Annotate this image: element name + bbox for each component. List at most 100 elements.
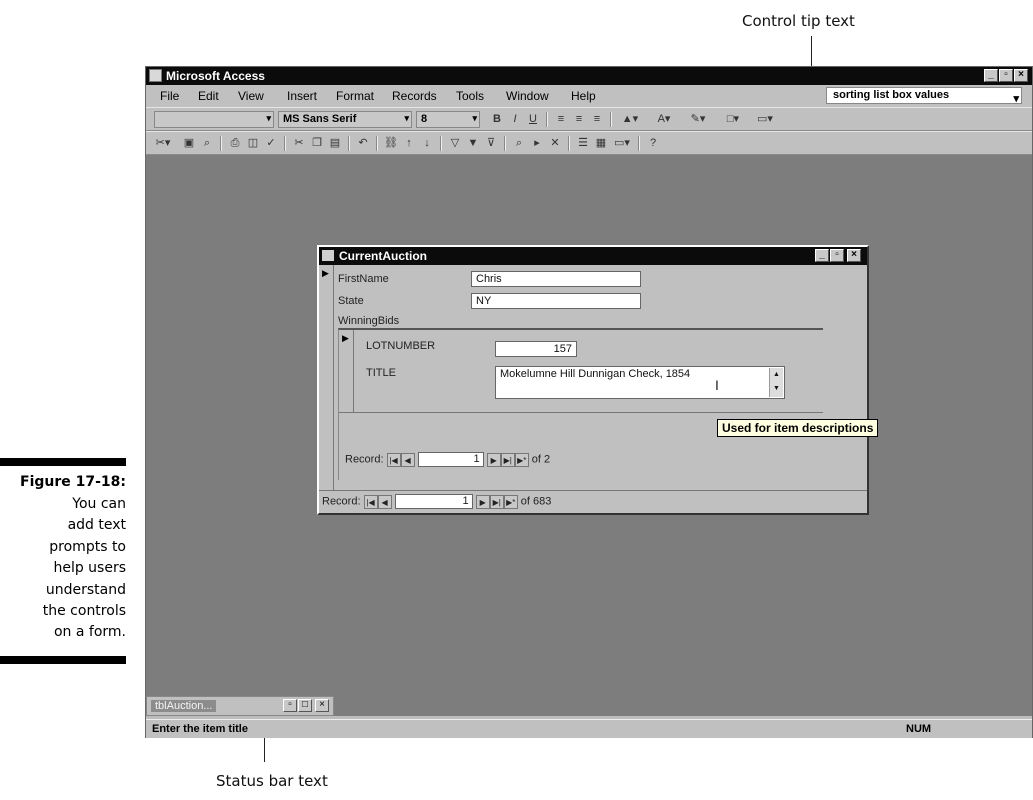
current-record-arrow-icon: ▶ [342, 333, 349, 343]
underline-icon[interactable]: U [526, 112, 540, 126]
record-selector[interactable]: ▶ [319, 265, 334, 490]
spelling-icon[interactable]: ✓ [264, 136, 278, 150]
state-label: State [338, 295, 364, 307]
copy-icon[interactable]: ❐ [310, 136, 324, 150]
last-record-button[interactable]: ▶| [489, 494, 504, 509]
title-label: TITLE [366, 367, 396, 379]
callout-control-tip: Control tip text [742, 12, 855, 30]
next-record-button[interactable]: ▶ [486, 452, 501, 467]
text-cursor-icon: I [715, 377, 719, 393]
search-icon[interactable]: ⌕ [200, 136, 214, 150]
fill-color-icon[interactable]: ▲▾ [618, 112, 642, 126]
new-object-icon[interactable]: ▭▾ [612, 136, 632, 150]
subform-record-selector[interactable]: ▶ [339, 330, 354, 413]
subform-label: WinningBids [338, 315, 400, 327]
form-title: CurrentAuction [339, 249, 427, 263]
sort-ascending-icon[interactable]: ↑ [402, 136, 416, 150]
delete-record-icon[interactable]: ✕ [548, 136, 562, 150]
menu-insert[interactable]: Insert [287, 89, 317, 103]
line-color-icon[interactable]: ✎▾ [686, 112, 710, 126]
save-icon[interactable]: ▣ [182, 136, 196, 150]
database-window-icon[interactable]: ▦ [594, 136, 608, 150]
subform-divider [353, 412, 823, 413]
ask-a-question-text: sorting list box values [833, 89, 950, 101]
state-field[interactable]: NY [471, 293, 641, 309]
properties-icon[interactable]: ☰ [576, 136, 590, 150]
form-close-button[interactable]: × [847, 249, 861, 262]
cut-icon[interactable]: ✂ [292, 136, 306, 150]
close-button[interactable]: × [1014, 69, 1028, 82]
minimized-close-button[interactable]: × [315, 699, 329, 712]
form-navigation: Record: |◀ ◀ 1 ▶ ▶| ▶* of 683 [322, 494, 551, 509]
ask-a-question-box[interactable]: sorting list box values ▾ [826, 87, 1022, 105]
formatting-toolbar: ▾ MS Sans Serif ▾ 8 ▾ B I U ≡ ≡ ≡ ▲▾ A▾ ✎▾… [146, 107, 1032, 131]
menu-records[interactable]: Records [392, 89, 437, 103]
font-color-icon[interactable]: A▾ [652, 112, 676, 126]
sort-descending-icon[interactable]: ↓ [420, 136, 434, 150]
special-effect-icon[interactable]: ▭▾ [752, 112, 778, 126]
object-combo[interactable]: ▾ [154, 111, 274, 128]
minimized-maximize-button[interactable]: □ [298, 699, 312, 712]
restore-button[interactable]: ▫ [999, 69, 1013, 82]
menu-format[interactable]: Format [336, 89, 374, 103]
title-field-scrollbar[interactable]: ▲ ▼ [769, 368, 783, 397]
bold-icon[interactable]: B [490, 112, 504, 126]
new-record-button[interactable]: ▶* [514, 452, 529, 467]
find-icon[interactable]: ⌕ [512, 136, 526, 150]
align-left-icon[interactable]: ≡ [554, 112, 568, 126]
menu-view[interactable]: View [238, 89, 264, 103]
border-width-icon[interactable]: □▾ [720, 112, 746, 126]
control-tip-tooltip: Used for item descriptions [717, 419, 879, 437]
access-window: Microsoft Access _ ▫ × File Edit View In… [145, 66, 1033, 738]
apply-filter-icon[interactable]: ⊽ [484, 136, 498, 150]
font-size-value: 8 [421, 113, 428, 125]
new-record-icon[interactable]: ▸ [530, 136, 544, 150]
help-icon[interactable]: ? [646, 136, 660, 150]
subform-record-count: of 2 [531, 453, 551, 466]
subform-current-record[interactable]: 1 [417, 452, 484, 467]
minimized-restore-button[interactable]: ▫ [283, 699, 297, 712]
form-minimize-button[interactable]: _ [815, 249, 829, 262]
print-preview-icon[interactable]: ◫ [246, 136, 260, 150]
form-maximize-button[interactable]: ▫ [830, 249, 844, 262]
font-size-combo[interactable]: 8 ▾ [416, 111, 480, 128]
chevron-down-icon: ▾ [472, 113, 477, 123]
minimize-button[interactable]: _ [984, 69, 998, 82]
paste-icon[interactable]: ▤ [328, 136, 342, 150]
view-icon[interactable]: ✂▾ [152, 136, 174, 150]
dropdown-arrow-icon[interactable]: ▾ [1013, 92, 1019, 105]
filter-by-form-icon[interactable]: ▼ [466, 136, 480, 150]
toolbar-separator [220, 136, 222, 151]
italic-icon[interactable]: I [508, 112, 522, 126]
filter-by-selection-icon[interactable]: ▽ [448, 136, 462, 150]
font-name-combo[interactable]: MS Sans Serif ▾ [278, 111, 412, 128]
title-field[interactable]: Mokelumne Hill Dunnigan Check, 1854 ▲ ▼ [495, 366, 785, 399]
menu-window[interactable]: Window [506, 89, 549, 103]
previous-record-button[interactable]: ◀ [400, 452, 415, 467]
menu-tools[interactable]: Tools [456, 89, 484, 103]
lotnumber-label: LOTNUMBER [366, 340, 436, 352]
current-record-arrow-icon: ▶ [322, 268, 329, 278]
firstname-field[interactable]: Chris [471, 271, 641, 287]
last-record-button[interactable]: ▶| [500, 452, 515, 467]
lotnumber-field[interactable]: 157 [495, 341, 577, 357]
print-icon[interactable]: ⎙ [228, 136, 242, 150]
align-center-icon[interactable]: ≡ [572, 112, 586, 126]
toolbar-separator [546, 112, 548, 127]
first-record-button[interactable]: |◀ [363, 494, 378, 509]
menu-file[interactable]: File [160, 89, 179, 103]
menu-edit[interactable]: Edit [198, 89, 219, 103]
toolbar-separator [284, 136, 286, 151]
menu-bar: File Edit View Insert Format Records Too… [146, 85, 1032, 107]
next-record-button[interactable]: ▶ [475, 494, 490, 509]
form-current-record[interactable]: 1 [394, 494, 473, 509]
minimized-window[interactable]: tblAuction... ▫ □ × [146, 696, 334, 716]
insert-hyperlink-icon[interactable]: ⛓ [384, 136, 398, 150]
first-record-button[interactable]: |◀ [386, 452, 401, 467]
undo-icon[interactable]: ↶ [356, 136, 370, 150]
menu-help[interactable]: Help [571, 89, 596, 103]
new-record-button[interactable]: ▶* [503, 494, 518, 509]
previous-record-button[interactable]: ◀ [377, 494, 392, 509]
align-right-icon[interactable]: ≡ [590, 112, 604, 126]
callout-status-bar: Status bar text [216, 772, 328, 790]
